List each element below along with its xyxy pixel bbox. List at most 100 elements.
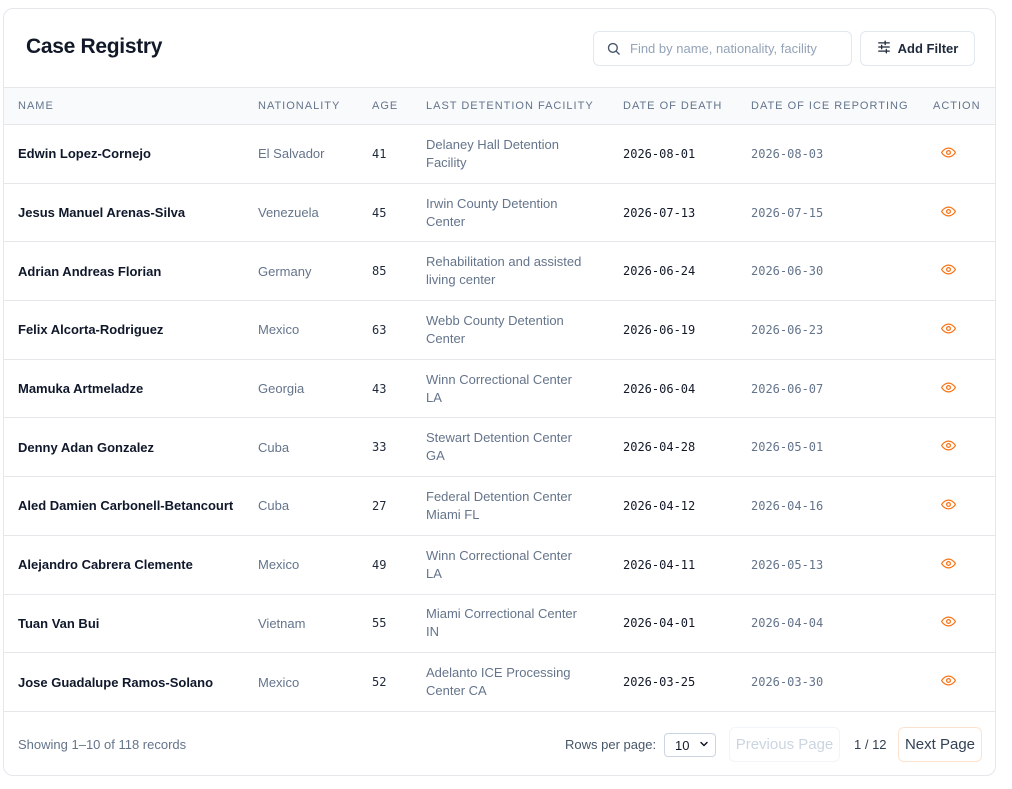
cell-age: 52 [372, 675, 387, 690]
cell-action [919, 301, 995, 360]
col-header-facility[interactable]: LAST DETENTION FACILITY [412, 88, 609, 125]
col-header-age[interactable]: AGE [358, 88, 412, 125]
cell-nationality: Georgia [258, 381, 305, 397]
col-header-date-ice[interactable]: DATE OF ICE REPORTING [737, 88, 919, 125]
cell-date-of-death: 2026-04-12 [623, 498, 696, 513]
cell-age: 45 [372, 205, 387, 220]
table-row: Aled Damien Carbonell-Betancourt Cuba 27 Fe… [4, 477, 995, 536]
cell-nationality: Mexico [258, 322, 300, 338]
cell-facility: Winn Correctional Center LA [426, 371, 572, 405]
col-header-date-of-death[interactable]: DATE OF DEATH [609, 88, 737, 125]
previous-page-button[interactable]: Previous Page [729, 727, 840, 762]
cell-date-ice: 2026-06-23 [751, 322, 824, 337]
cell-date-ice: 2026-05-13 [751, 557, 824, 572]
cell-name: Alejandro Cabrera Clemente [18, 557, 193, 573]
cell-facility: Webb County Detention Center [426, 312, 564, 346]
cell-facility: Adelanto ICE Processing Center CA [426, 665, 571, 699]
table-row: Alejandro Cabrera Clemente Mexico 49 Winn C… [4, 535, 995, 594]
cell-action [919, 183, 995, 242]
cell-age: 43 [372, 381, 387, 396]
cell-nationality: Mexico [258, 557, 300, 573]
cell-facility: Winn Correctional Center LA [426, 547, 572, 581]
search-box[interactable] [593, 31, 852, 66]
cell-facility: Stewart Detention Center GA [426, 430, 572, 464]
cell-name: Denny Adan Gonzalez [18, 439, 155, 455]
table-row: Jose Guadalupe Ramos-Solano Mexico 52 Adela… [4, 653, 995, 712]
cell-action [919, 125, 995, 184]
cell-name: Mamuka Artmeladze [18, 381, 144, 397]
cell-date-of-death: 2026-04-11 [623, 557, 696, 572]
chevron-down-icon [698, 738, 710, 753]
table-row: Felix Alcorta-Rodriguez Mexico 63 Webb Coun… [4, 301, 995, 360]
cell-nationality: Vietnam [258, 615, 306, 631]
cell-nationality: Cuba [258, 498, 290, 514]
eye-icon[interactable] [941, 380, 956, 398]
cell-action [919, 418, 995, 477]
col-header-nationality[interactable]: NATIONALITY [244, 88, 358, 125]
table-body: Edwin Lopez-Cornejo El Salvador 41 Delaney … [4, 125, 995, 712]
cell-name: Adrian Andreas Florian [18, 263, 162, 279]
col-header-action: ACTION [933, 100, 981, 112]
cell-nationality: Germany [258, 263, 312, 279]
rows-per-page-label: Rows per page: [565, 737, 657, 752]
cell-facility: Irwin County Detention Center [426, 195, 558, 229]
cell-age: 85 [372, 264, 387, 279]
cell-nationality: Cuba [258, 439, 290, 455]
eye-icon[interactable] [941, 673, 956, 691]
eye-icon[interactable] [941, 438, 956, 456]
next-page-button[interactable]: Next Page [898, 727, 982, 762]
cell-date-of-death: 2026-04-01 [623, 616, 696, 631]
page-indicator: 1 / 12 [854, 737, 887, 752]
eye-icon[interactable] [941, 262, 956, 280]
eye-icon[interactable] [941, 614, 956, 632]
cell-date-of-death: 2026-06-04 [623, 381, 696, 396]
eye-icon[interactable] [941, 497, 956, 515]
cell-nationality: El Salvador [258, 146, 325, 162]
table-row: Adrian Andreas Florian Germany 85 Rehabilit… [4, 242, 995, 301]
cell-facility: Miami Correctional Center IN [426, 606, 577, 640]
filter-sliders-icon [877, 40, 891, 57]
table-row: Jesus Manuel Arenas-Silva Venezuela 45 Irwi… [4, 183, 995, 242]
cell-nationality: Mexico [258, 674, 300, 690]
cell-name: Edwin Lopez-Cornejo [18, 146, 151, 162]
cell-age: 55 [372, 616, 387, 631]
case-registry-card: Case Registry Add Filter [3, 8, 996, 776]
add-filter-button[interactable]: Add Filter [860, 31, 975, 66]
cell-age: 41 [372, 146, 387, 161]
cell-action [919, 359, 995, 418]
cell-action [919, 653, 995, 712]
rows-per-page-select[interactable]: 10 [664, 733, 716, 757]
records-count: Showing 1–10 of 118 records [18, 737, 187, 752]
cell-name: Felix Alcorta-Rodriguez [18, 322, 164, 338]
col-header-name[interactable]: NAME [4, 88, 244, 125]
cell-facility: Rehabilitation and assisted living cente… [426, 254, 582, 288]
cell-facility: Federal Detention Center Miami FL [426, 488, 572, 522]
cell-nationality: Venezuela [258, 205, 319, 221]
search-input[interactable] [630, 41, 840, 56]
eye-icon[interactable] [941, 145, 956, 163]
cell-date-of-death: 2026-07-13 [623, 205, 696, 220]
eye-icon[interactable] [941, 204, 956, 222]
cell-action [919, 535, 995, 594]
eye-icon[interactable] [941, 321, 956, 339]
cell-date-of-death: 2026-04-28 [623, 440, 696, 455]
table-row: Denny Adan Gonzalez Cuba 33 Stewart Detenti… [4, 418, 995, 477]
cell-action [919, 594, 995, 653]
cell-date-ice: 2026-04-16 [751, 498, 824, 513]
table-row: Tuan Van Bui Vietnam 55 Miami Correctional … [4, 594, 995, 653]
cell-date-ice: 2026-06-07 [751, 381, 824, 396]
table-row: Mamuka Artmeladze Georgia 43 Winn Correctio… [4, 359, 995, 418]
search-icon [604, 40, 622, 58]
cell-date-ice: 2026-07-15 [751, 205, 824, 220]
table-footer: Showing 1–10 of 118 records Rows per pag… [4, 711, 995, 775]
table-header: NAME NATIONALITY AGE LAST DETENTION FACI… [4, 87, 995, 125]
case-table: NAME NATIONALITY AGE LAST DETENTION FACI… [4, 87, 995, 712]
rows-per-page-value: 10 [675, 737, 690, 753]
cell-date-of-death: 2026-06-24 [623, 264, 696, 279]
cell-date-ice: 2026-04-04 [751, 616, 824, 631]
cell-date-ice: 2026-05-01 [751, 440, 824, 455]
eye-icon[interactable] [941, 556, 956, 574]
cell-date-of-death: 2026-06-19 [623, 322, 696, 337]
page-title: Case Registry [26, 35, 163, 58]
cell-name: Jose Guadalupe Ramos-Solano [18, 674, 214, 690]
